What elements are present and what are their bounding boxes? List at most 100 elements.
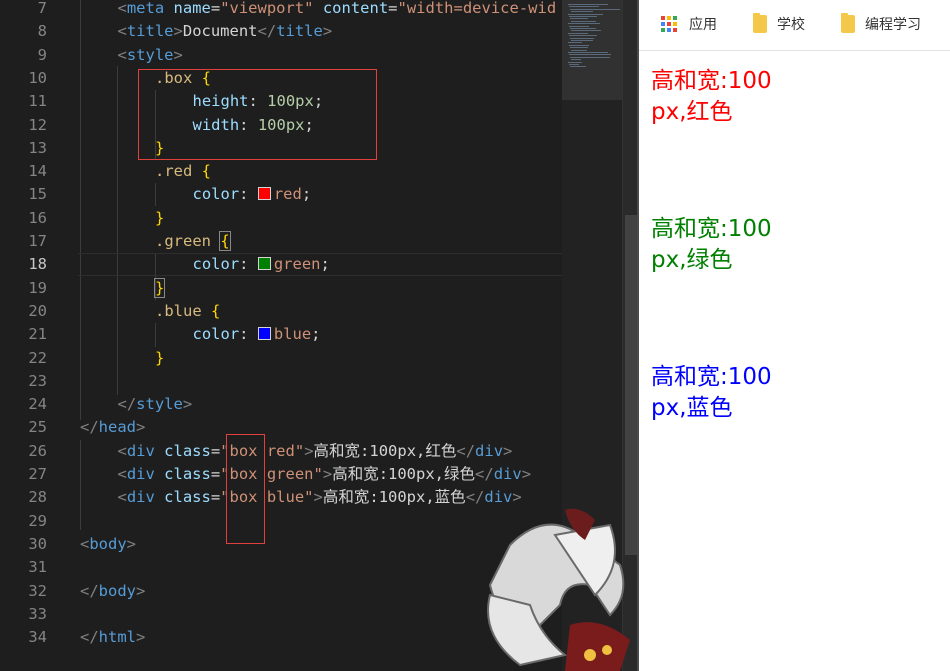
code-token: < <box>117 465 127 483</box>
code-text: color: blue; <box>193 323 321 346</box>
code-token: </ <box>465 488 485 507</box>
line-number: 7 <box>37 0 47 17</box>
minimap-line <box>569 25 589 27</box>
minimap-line <box>568 61 582 63</box>
highlight-box-class <box>226 434 265 544</box>
code-token: ; <box>320 255 330 274</box>
code-text: </head> <box>80 416 145 439</box>
code-text: color: green; <box>193 253 330 276</box>
code-token: : <box>239 185 258 204</box>
code-token: </ <box>117 395 137 414</box>
code-text: } <box>155 347 164 370</box>
code-text: .green { <box>155 230 231 253</box>
minimap-line <box>570 28 596 29</box>
minimap-line <box>570 8 620 10</box>
line-number: 10 <box>28 68 47 87</box>
code-text: </html> <box>80 626 145 649</box>
bookmark-folder-school[interactable]: 学校 <box>753 12 805 36</box>
code-token: .blue <box>155 301 211 320</box>
color-swatch-icon[interactable] <box>257 327 271 341</box>
minimap-line <box>571 49 587 51</box>
minimap-line <box>570 47 588 49</box>
color-swatch-icon[interactable] <box>257 257 271 271</box>
code-token: = <box>210 0 221 17</box>
code-token: </ <box>475 465 494 483</box>
bookmark-apps[interactable]: 应用 <box>661 12 717 36</box>
preview-box-green: 高和宽:100px,绿色 <box>651 214 791 314</box>
line-number: 16 <box>28 208 47 227</box>
code-line[interactable]: 20 .blue { <box>0 300 562 323</box>
code-line[interactable]: 18 color: green; <box>0 253 562 277</box>
line-number: 24 <box>28 395 47 414</box>
code-line[interactable]: 25 </head> <box>0 416 562 439</box>
color-swatch-icon[interactable] <box>257 187 271 201</box>
code-token: .green <box>155 232 221 250</box>
code-token: > <box>136 418 146 437</box>
code-line[interactable]: 16} <box>0 207 562 230</box>
code-line[interactable]: 17 .green { <box>0 230 562 253</box>
code-token: ; <box>301 185 312 204</box>
code-line[interactable]: 8 <title>Document</title> <box>0 20 562 43</box>
code-line[interactable]: 7 <meta name="viewport" content="width=de… <box>0 0 562 20</box>
line-number: 33 <box>28 604 47 623</box>
code-token: body <box>89 534 127 553</box>
code-line[interactable]: 9 <style> <box>0 44 562 67</box>
code-token: : <box>239 325 258 344</box>
code-token: div <box>484 488 513 507</box>
bookmark-folder-label: 学校 <box>777 17 805 33</box>
code-token: > <box>313 488 323 507</box>
code-token: { <box>219 231 231 251</box>
code-line[interactable]: 27 <div class="box green">高和宽:100px,绿色</d… <box>0 463 562 486</box>
code-line[interactable]: 21 color: blue; <box>0 323 562 346</box>
code-token: "width=device-wid <box>397 0 557 17</box>
code-token: = <box>388 0 398 17</box>
preview-box-text: 高和宽:100px,绿色 <box>651 216 772 273</box>
code-token: </ <box>456 441 476 460</box>
minimap-line <box>571 59 581 61</box>
code-line[interactable]: 26 <div class="box red">高和宽:100px,红色</div… <box>0 440 562 463</box>
code-token: < <box>117 0 127 17</box>
line-number: 20 <box>28 301 47 320</box>
code-text: <style> <box>118 44 183 67</box>
code-token: title <box>276 22 323 41</box>
code-line[interactable]: 23 <box>0 370 562 393</box>
code-token: title <box>126 22 174 41</box>
code-line[interactable]: 19} <box>0 277 562 300</box>
code-token: > <box>304 441 314 460</box>
code-token: 高和宽:100px,红色 <box>313 441 457 460</box>
code-token: } <box>153 277 166 298</box>
preview-box-blue: 高和宽:100px,蓝色 <box>651 362 791 462</box>
code-token: meta <box>126 0 174 17</box>
apps-grid-icon <box>661 16 677 32</box>
code-token: = <box>210 441 221 460</box>
code-token: > <box>521 465 532 483</box>
bookmark-folder-programming[interactable]: 编程学习 <box>841 12 921 36</box>
minimap-line <box>571 20 596 22</box>
scrollbar-thumb[interactable] <box>625 215 637 555</box>
code-token: div <box>126 488 165 507</box>
code-token: style <box>136 395 183 414</box>
code-token: color <box>192 185 240 204</box>
minimap-line <box>571 30 601 32</box>
code-line[interactable]: 14 .red { <box>0 160 562 183</box>
line-number: 31 <box>28 558 47 577</box>
line-number: 13 <box>28 138 47 157</box>
code-token: { <box>201 162 212 181</box>
code-line[interactable]: 15 color: red; <box>0 183 562 206</box>
code-token: { <box>211 301 221 320</box>
preview-box-red: 高和宽:100px,红色 <box>651 66 791 166</box>
code-token: div <box>475 441 504 460</box>
code-line[interactable]: 22} <box>0 347 562 370</box>
line-number: 34 <box>28 628 47 647</box>
minimap-line <box>570 18 588 20</box>
code-text: </style> <box>118 393 193 416</box>
code-token: > <box>322 465 333 483</box>
mascot-decoration <box>487 508 630 671</box>
code-token: red <box>273 185 302 204</box>
browser-preview: 应用 学校 编程学习 高和宽:100px,红色 高和宽:100px,绿色 高和宽… <box>639 0 950 671</box>
line-number: 27 <box>28 465 47 483</box>
code-token: body <box>98 581 136 600</box>
code-token: > <box>136 628 146 647</box>
code-line[interactable]: 24 </style> <box>0 393 562 416</box>
code-text: <div class="box blue">高和宽:100px,蓝色</div> <box>118 486 522 509</box>
